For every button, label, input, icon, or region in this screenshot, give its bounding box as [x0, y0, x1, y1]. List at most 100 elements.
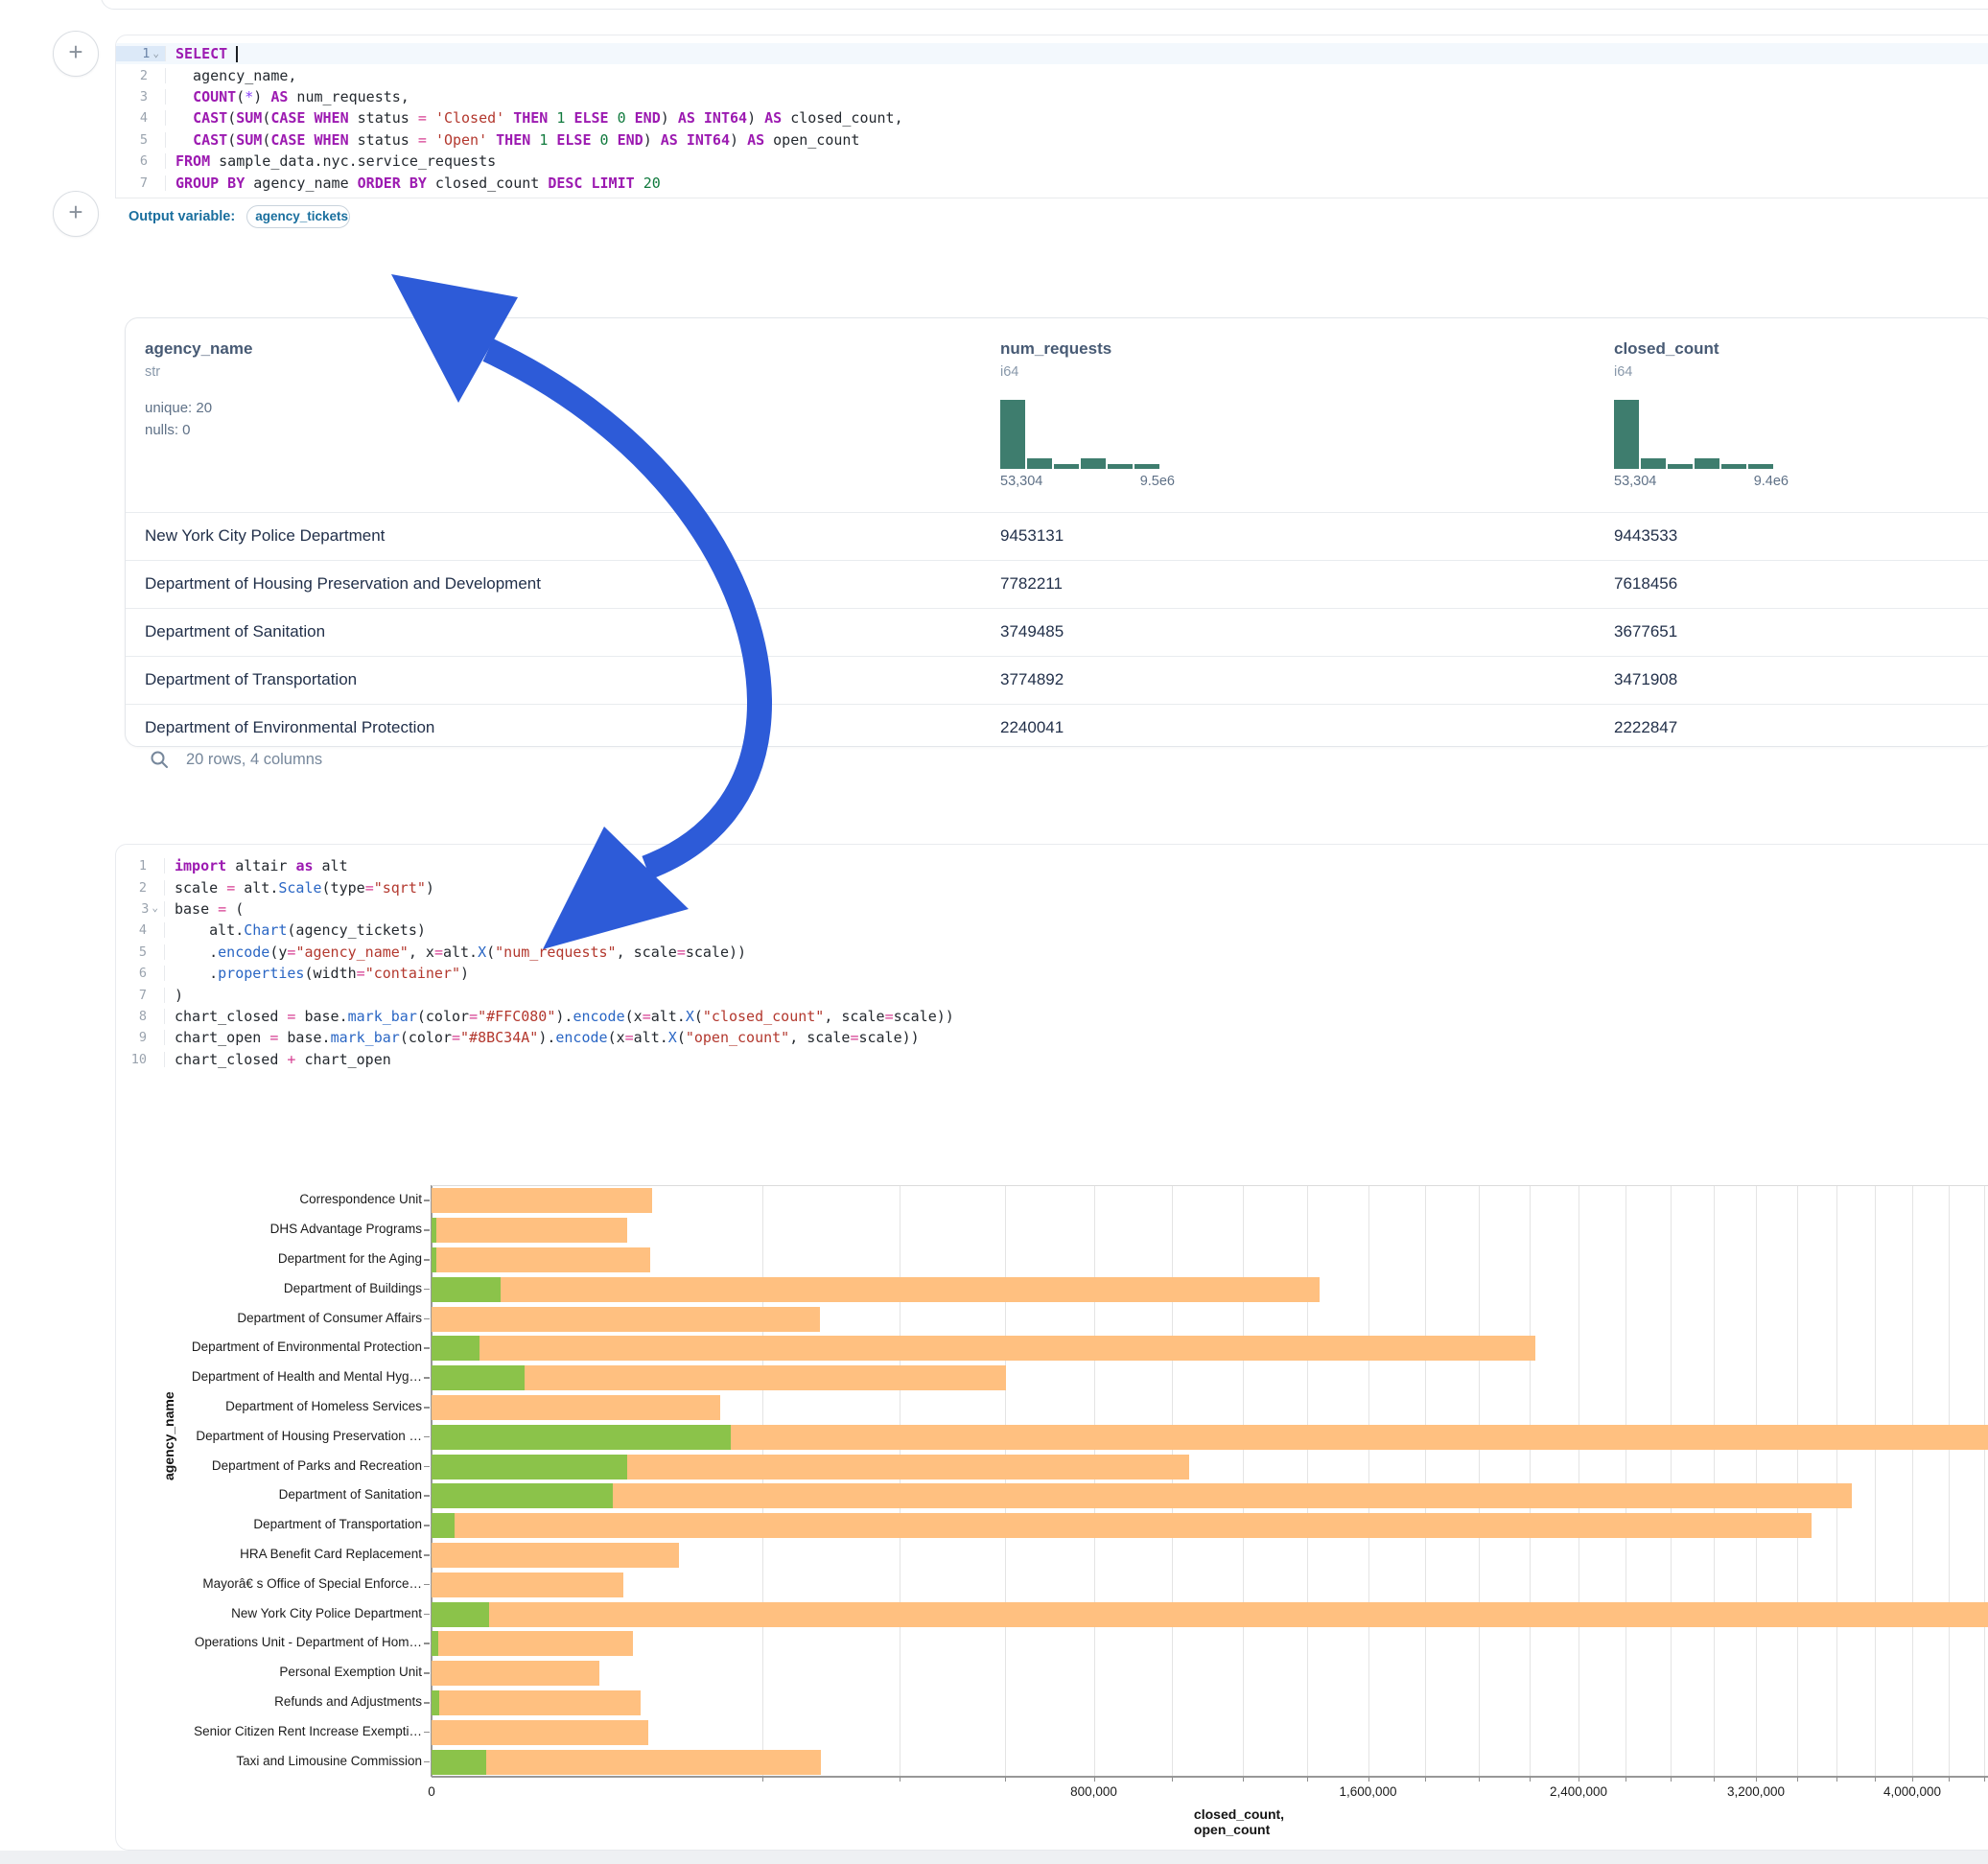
bar-closed_count	[432, 1750, 821, 1775]
code-text[interactable]: chart_closed = base.mark_bar(color="#FFC…	[165, 1008, 954, 1025]
line-number: 5	[115, 944, 165, 960]
y-tick	[424, 1377, 430, 1379]
code-text[interactable]: scale = alt.Scale(type="sqrt")	[165, 879, 434, 897]
code-line[interactable]: 1⌄SELECT	[116, 43, 1988, 64]
column-header-num_requests[interactable]: num_requestsi64	[1000, 318, 1111, 380]
y-category-label: Mayorâ€ s Office of Special Enforce…	[115, 1575, 422, 1593]
bar-closed_count	[432, 1307, 820, 1332]
code-line[interactable]: 2scale = alt.Scale(type="sqrt")	[115, 876, 1988, 897]
code-line[interactable]: 7GROUP BY agency_name ORDER BY closed_co…	[116, 172, 1988, 193]
table-row[interactable]: New York City Police Department945313194…	[126, 512, 1988, 560]
gridline	[1836, 1186, 1837, 1777]
gridline	[1479, 1186, 1480, 1777]
gridline	[1625, 1186, 1626, 1777]
table-row[interactable]: Department of Environmental Protection22…	[126, 704, 1988, 752]
y-category-label: Operations Unit - Department of Hom…	[115, 1634, 422, 1651]
gridline	[1094, 1186, 1095, 1777]
add-cell-button-2[interactable]: +	[53, 191, 99, 237]
fold-chevron-icon[interactable]: ⌄	[152, 47, 159, 59]
code-text[interactable]: import altair as alt	[165, 857, 348, 874]
code-line[interactable]: 3⌄base = (	[115, 898, 1988, 920]
y-category-label: Department of Sanitation	[115, 1486, 422, 1503]
line-number: 2	[116, 68, 166, 83]
y-category-label: Personal Exemption Unit	[115, 1664, 422, 1681]
code-text[interactable]: agency_name,	[166, 67, 296, 84]
code-text[interactable]: COUNT(*) AS num_requests,	[166, 88, 409, 105]
code-line[interactable]: 6FROM sample_data.nyc.service_requests	[116, 151, 1988, 172]
column-stats: unique: 20nulls: 0	[145, 380, 252, 441]
bar-open_count	[432, 1425, 731, 1450]
code-text[interactable]: base = (	[165, 900, 244, 918]
y-category-label: Senior Citizen Rent Increase Exempti…	[115, 1723, 422, 1740]
y-category-label: DHS Advantage Programs	[115, 1221, 422, 1238]
code-line[interactable]: 4 CAST(SUM(CASE WHEN status = 'Closed' T…	[116, 107, 1988, 128]
table-cell: 3774892	[1000, 657, 1064, 703]
column-header-agency_name[interactable]: agency_namestrunique: 20nulls: 0	[145, 318, 252, 441]
y-tick	[424, 1761, 430, 1763]
table-row[interactable]: Department of Housing Preservation and D…	[126, 560, 1988, 608]
gridline	[1875, 1186, 1876, 1777]
code-line[interactable]: 1import altair as alt	[115, 855, 1988, 876]
dataframe-preview: agency_namestrunique: 20nulls: 0 num_requ…	[125, 317, 1988, 747]
code-text[interactable]: CAST(SUM(CASE WHEN status = 'Open' THEN …	[166, 131, 859, 149]
bar-closed_count	[432, 1247, 650, 1272]
dataframe-footer[interactable]: 20 rows, 4 columns	[150, 750, 322, 769]
gridline	[1671, 1186, 1672, 1777]
code-line[interactable]: 3 COUNT(*) AS num_requests,	[116, 86, 1988, 107]
code-line[interactable]: 7)	[115, 984, 1988, 1005]
table-row[interactable]: Department of Sanitation37494853677651	[126, 608, 1988, 656]
fold-chevron-icon[interactable]: ⌄	[152, 901, 158, 914]
y-tick	[424, 1643, 430, 1644]
code-text[interactable]: .encode(y="agency_name", x=alt.X("num_re…	[165, 944, 746, 961]
histogram-bar	[1721, 464, 1746, 469]
column-title: closed_count	[1614, 318, 1719, 359]
code-line[interactable]: 6 .properties(width="container")	[115, 963, 1988, 984]
y-tick	[424, 1318, 430, 1320]
code-line[interactable]: 5 .encode(y="agency_name", x=alt.X("num_…	[115, 942, 1988, 963]
add-cell-button[interactable]: +	[53, 31, 99, 77]
code-line[interactable]: 8chart_closed = base.mark_bar(color="#FF…	[115, 1006, 1988, 1027]
code-line[interactable]: 2 agency_name,	[116, 64, 1988, 85]
code-text[interactable]: )	[165, 987, 183, 1004]
output-variable-label: Output variable:	[129, 209, 235, 224]
text-cursor	[236, 46, 238, 62]
code-line[interactable]: 10chart_closed + chart_open	[115, 1049, 1988, 1070]
gridline	[1172, 1186, 1173, 1777]
column-header-closed_count[interactable]: closed_counti64	[1614, 318, 1719, 380]
code-text[interactable]: FROM sample_data.nyc.service_requests	[166, 152, 496, 170]
x-tick	[1172, 1777, 1173, 1782]
output-variable-input[interactable]: agency_tickets	[246, 205, 350, 228]
python-code-editor[interactable]: 1import altair as alt2scale = alt.Scale(…	[115, 855, 1988, 1070]
y-category-label: Department of Buildings	[115, 1280, 422, 1297]
bar-open_count	[432, 1277, 501, 1302]
code-text[interactable]: GROUP BY agency_name ORDER BY closed_cou…	[166, 175, 661, 192]
histogram-bar	[1695, 458, 1719, 469]
gridline	[1307, 1186, 1308, 1777]
sql-code-editor[interactable]: 1⌄SELECT 2 agency_name,3 COUNT(*) AS num…	[116, 35, 1988, 194]
x-tick-label: 2,400,000	[1550, 1784, 1607, 1799]
bar-closed_count	[432, 1277, 1320, 1302]
code-text[interactable]: chart_closed + chart_open	[165, 1051, 391, 1068]
previous-cell-edge	[101, 0, 1988, 10]
code-line[interactable]: 9chart_open = base.mark_bar(color="#8BC3…	[115, 1027, 1988, 1048]
line-number: 9	[115, 1030, 165, 1045]
code-text[interactable]: chart_open = base.mark_bar(color="#8BC34…	[165, 1029, 920, 1046]
x-tick	[1425, 1777, 1426, 1782]
y-tick	[424, 1584, 430, 1586]
bar-closed_count	[432, 1395, 720, 1420]
code-text[interactable]: CAST(SUM(CASE WHEN status = 'Closed' THE…	[166, 109, 903, 127]
y-category-label: Taxi and Limousine Commission	[115, 1753, 422, 1770]
table-cell: 7618456	[1614, 561, 1677, 607]
code-text[interactable]: SELECT	[166, 45, 238, 62]
column-title: agency_name	[145, 318, 252, 359]
x-tick-label: 800,000	[1070, 1784, 1117, 1799]
code-text[interactable]: alt.Chart(agency_tickets)	[165, 921, 426, 939]
y-tick	[424, 1200, 430, 1201]
code-text[interactable]: .properties(width="container")	[165, 965, 469, 982]
table-row[interactable]: Department of Transportation377489234719…	[126, 656, 1988, 704]
search-icon[interactable]	[150, 750, 169, 769]
code-line[interactable]: 5 CAST(SUM(CASE WHEN status = 'Open' THE…	[116, 129, 1988, 151]
code-line[interactable]: 4 alt.Chart(agency_tickets)	[115, 920, 1988, 941]
bar-closed_count	[432, 1720, 648, 1745]
x-tick	[1094, 1777, 1095, 1782]
